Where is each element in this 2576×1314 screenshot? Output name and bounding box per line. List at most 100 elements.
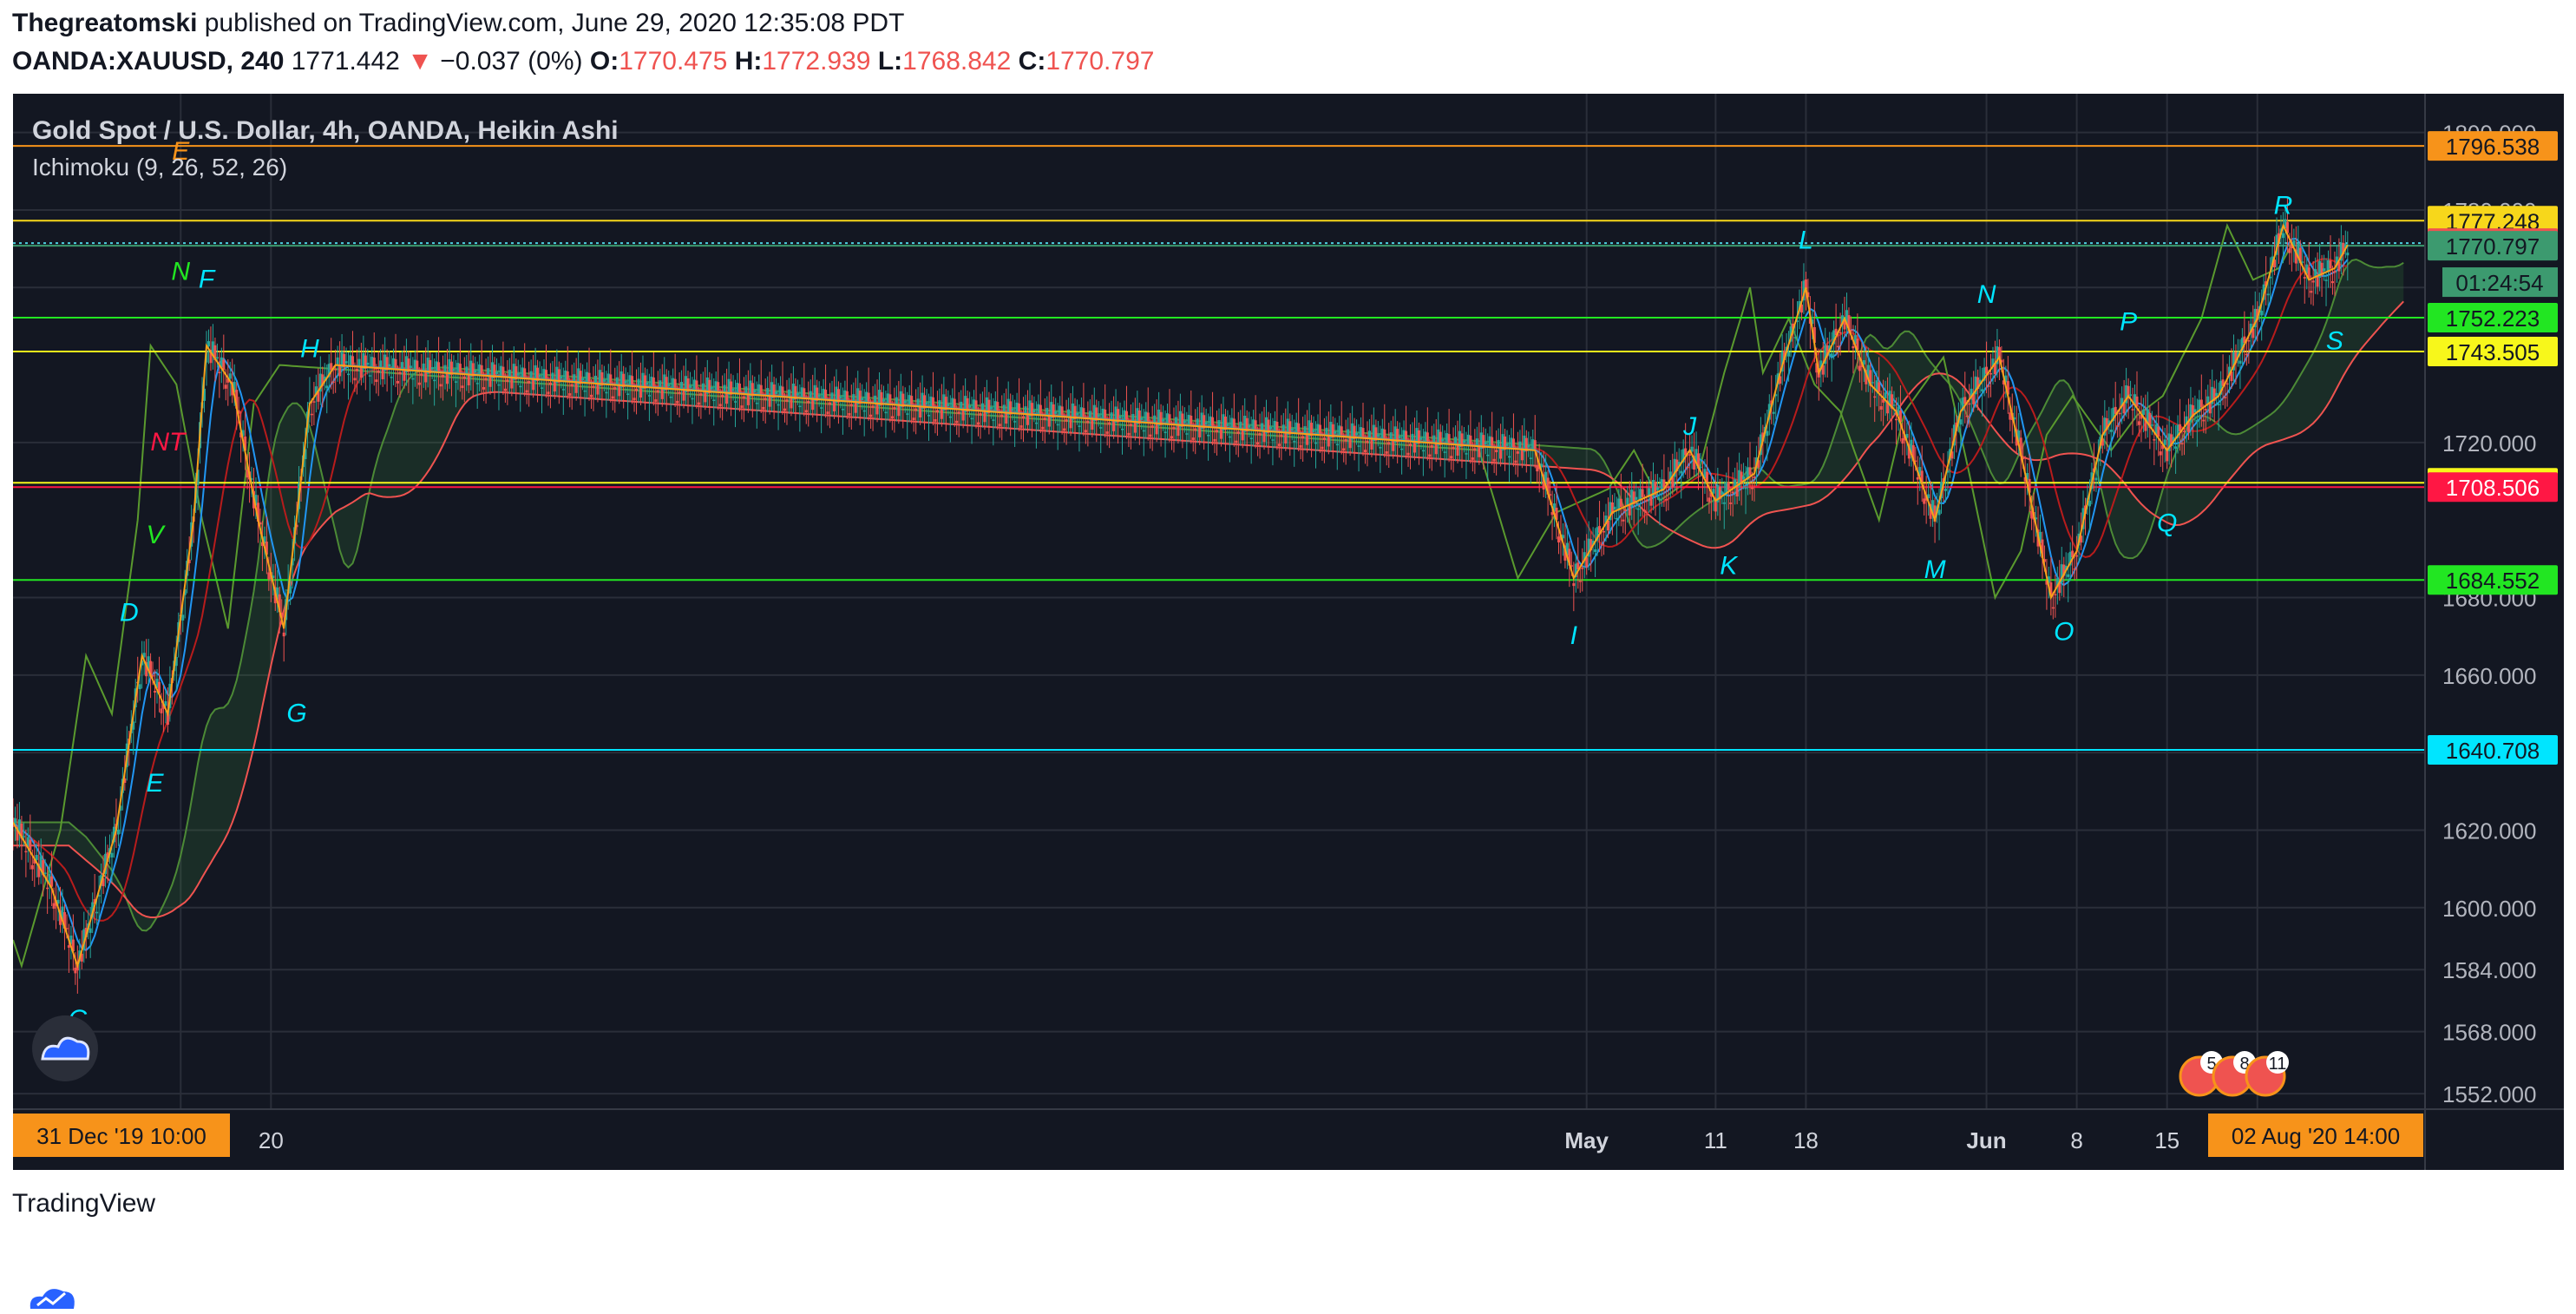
low-label: L: (877, 47, 903, 76)
price-chart[interactable]: CDEVNTNFEGHIJKLMNOPQRS 1552.0001568.0001… (13, 94, 2564, 1170)
candle-body (2215, 392, 2219, 397)
candle-body (541, 387, 544, 389)
candle-body (1383, 429, 1386, 438)
candle-body (839, 396, 842, 399)
candle-body (1680, 470, 1683, 474)
author-name[interactable]: Thegreatomski (12, 9, 197, 37)
price-tick-label: 1552.000 (2442, 1081, 2536, 1107)
candle-body (1063, 428, 1066, 431)
candle-body (372, 358, 376, 366)
candle-body (587, 372, 591, 382)
wave-label: NT (150, 428, 187, 457)
candle-body (1469, 435, 1472, 444)
candle-body (519, 385, 522, 388)
candle-body (1121, 428, 1124, 430)
candle-body (1409, 443, 1413, 446)
candle-body (1207, 435, 1210, 437)
price-tick-label: 1620.000 (2442, 818, 2536, 844)
candle-body (787, 389, 790, 397)
candle-body (1615, 517, 1618, 520)
candle-body (2129, 394, 2133, 396)
wave-label: S (2326, 327, 2343, 356)
close-label: C: (1018, 47, 1046, 76)
candle-body (547, 391, 550, 395)
ichimoku-cloud (13, 222, 2404, 969)
candle-body (637, 378, 640, 386)
candle-body (1228, 436, 1231, 438)
candle-body (2088, 500, 2091, 507)
candle-body (487, 368, 490, 376)
candle-body (1248, 425, 1251, 428)
wave-label: J (1682, 412, 1697, 441)
candle-body (1514, 460, 1517, 463)
candle-body (931, 397, 934, 406)
candle-body (95, 911, 99, 914)
candle-body (888, 394, 892, 404)
candle-body (721, 394, 724, 397)
candle-body (1099, 427, 1103, 429)
candle-body (344, 361, 348, 364)
candle-body (2260, 311, 2264, 316)
candle-body (2224, 397, 2227, 398)
time-tick-label: 8 (2070, 1127, 2082, 1153)
candle-body (2238, 360, 2242, 365)
event-badges[interactable]: 5 8 11 (2179, 1051, 2289, 1097)
candle-body (1211, 417, 1215, 426)
candle-body (1290, 428, 1294, 431)
high-label: H: (734, 47, 763, 76)
time-tick-label: 18 (1793, 1127, 1819, 1153)
wave-label: E (147, 769, 165, 798)
candle-body (2137, 421, 2140, 425)
price-badge-label: 1743.505 (2446, 339, 2540, 365)
candle-body (1742, 476, 1746, 480)
candle-body (712, 399, 716, 402)
candle-body (1041, 426, 1045, 430)
chikou-line (13, 222, 2293, 969)
candle-body (1722, 502, 1726, 504)
candle-body (796, 393, 799, 396)
candle-body (43, 872, 47, 874)
candle-body (2073, 568, 2076, 570)
candle-body (2281, 233, 2284, 239)
candle-body (357, 358, 361, 366)
candle-body (400, 362, 403, 370)
candle-body (1024, 406, 1027, 414)
candle-body (960, 401, 963, 409)
candle-body (1216, 430, 1219, 433)
tradingview-logo-icon[interactable] (32, 1015, 98, 1081)
candle-body (312, 401, 316, 403)
candle-body (652, 377, 655, 386)
candle-body (529, 371, 533, 378)
candle-body (1578, 581, 1582, 582)
candle-body (1067, 409, 1071, 417)
price-tick-label: 1600.000 (2442, 896, 2536, 922)
candle-body (1281, 424, 1285, 432)
candle-body (1000, 414, 1004, 417)
candle-body (1572, 582, 1576, 587)
candle-body (452, 368, 456, 371)
candle-body (1655, 487, 1659, 490)
candle-body (1965, 415, 1969, 417)
candle-body (678, 391, 681, 395)
candle-body (673, 378, 677, 388)
footer-brand[interactable]: TradingView (12, 1189, 155, 1219)
candle-body (1275, 422, 1279, 430)
candle-body (1342, 448, 1346, 451)
candle-body (1507, 456, 1511, 458)
candle-body (1183, 420, 1186, 424)
candle-body (433, 379, 436, 382)
candle-body (1314, 442, 1317, 444)
candle-body (1127, 432, 1131, 436)
candle-body (2323, 268, 2326, 272)
candle-body (1613, 506, 1616, 510)
candle-body (1626, 497, 1629, 506)
indicator-label[interactable]: Ichimoku (9, 26, 52, 26) (32, 154, 287, 181)
candle-body (785, 399, 789, 402)
candle-body (852, 394, 855, 402)
candle-body (1002, 404, 1006, 412)
candle-body (1104, 409, 1107, 418)
candle-body (1082, 408, 1085, 417)
candle-body (955, 420, 959, 424)
candle-body (989, 406, 993, 410)
wave-label: R (2274, 191, 2293, 220)
